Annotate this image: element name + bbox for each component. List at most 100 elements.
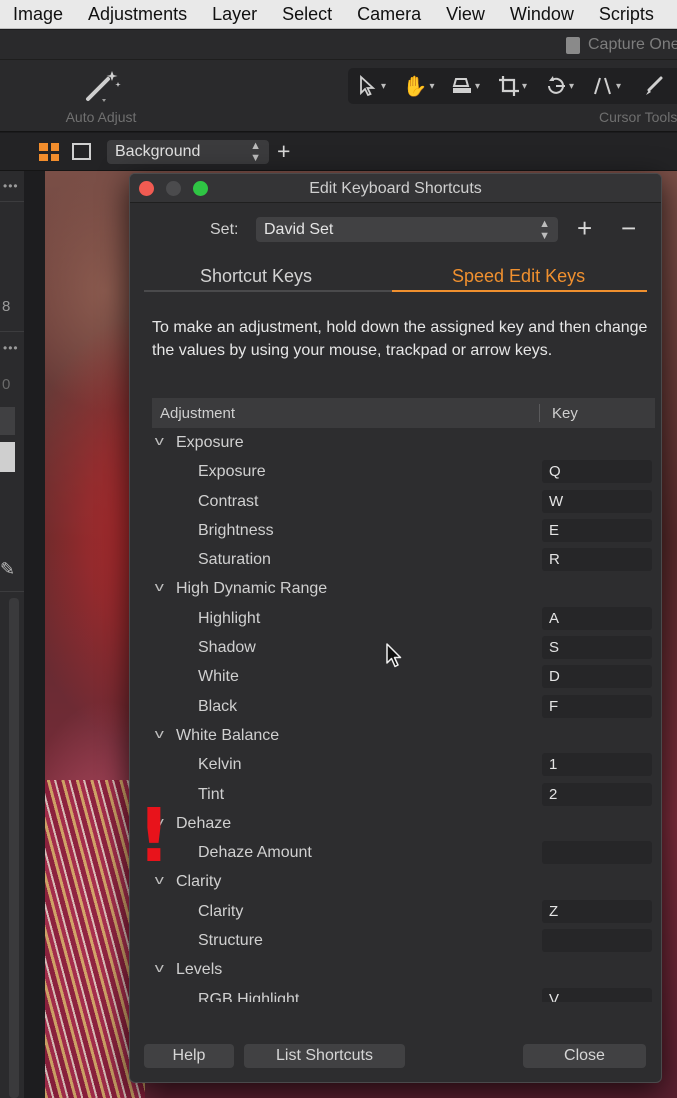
cursor-tools-group: ▾ ✋ ▾ ▾ ▾ ▾ ▾ [348, 68, 677, 104]
remove-set-button[interactable]: − [621, 214, 636, 242]
pan-tool-button[interactable]: ✋ ▾ [395, 68, 442, 104]
table-group-row[interactable]: v Clarity [152, 867, 655, 896]
keystone-tool-button[interactable]: ▾ [583, 68, 630, 104]
key-field[interactable] [542, 841, 652, 865]
menu-view[interactable]: View [434, 4, 498, 25]
panel-divider [0, 201, 24, 202]
auto-adjust-label: Auto Adjust [65, 109, 137, 125]
keystone-icon [594, 77, 611, 95]
table-group-row[interactable]: v High Dynamic Range [152, 574, 655, 603]
single-view-icon[interactable] [72, 143, 91, 160]
table-group-row[interactable]: v White Balance [152, 721, 655, 750]
panel-scrollbar[interactable] [9, 598, 19, 1098]
select-tool-button[interactable]: ▾ [348, 68, 395, 104]
adjustment-label: Structure [198, 932, 263, 950]
menu-adjustments[interactable]: Adjustments [76, 4, 200, 25]
loupe-tool-button[interactable]: ▾ [442, 68, 489, 104]
table-row[interactable]: Shadow S [152, 633, 655, 662]
brush-tool-button[interactable] [630, 68, 677, 104]
adjustment-label: Tint [198, 785, 225, 803]
dialog-title: Edit Keyboard Shortcuts [309, 180, 482, 197]
menu-select[interactable]: Select [270, 4, 345, 25]
key-field[interactable]: A [542, 606, 652, 630]
panel-swatch[interactable] [0, 442, 15, 472]
table-row[interactable]: RGB Highlight V [152, 985, 655, 1002]
menu-scripts[interactable]: Scripts [586, 4, 666, 25]
window-title-text: Capture One [588, 36, 677, 53]
key-field[interactable]: V [542, 987, 652, 1002]
key-field[interactable]: 1 [542, 753, 652, 777]
key-field[interactable]: 2 [542, 782, 652, 806]
up-down-chevron-icon: ▲ ▼ [250, 140, 261, 164]
column-header-adjustment[interactable]: Adjustment [160, 405, 235, 422]
key-field[interactable]: S [542, 636, 652, 660]
close-button[interactable]: Close [523, 1044, 646, 1068]
adjustment-label: Kelvin [198, 756, 242, 774]
table-group-row[interactable]: v Exposure [152, 428, 655, 457]
crop-tool-button[interactable]: ▾ [489, 68, 536, 104]
pencil-icon[interactable]: ✎ [0, 559, 15, 580]
panel-menu-icon[interactable]: ••• [3, 179, 19, 193]
rotate-icon [547, 76, 565, 94]
shortcut-set-select[interactable]: David Set ▲ ▼ [256, 217, 558, 242]
auto-adjust-button[interactable]: Auto Adjust [56, 65, 146, 127]
add-variant-icon[interactable]: + [277, 139, 290, 163]
table-row[interactable]: Brightness E [152, 516, 655, 545]
menu-camera[interactable]: Camera [345, 4, 434, 25]
adjustment-label: Black [198, 697, 238, 715]
panel-field[interactable] [0, 407, 15, 435]
menu-window[interactable]: Window [497, 4, 586, 25]
key-field[interactable] [542, 929, 652, 953]
table-row[interactable]: Tint 2 [152, 780, 655, 809]
key-field[interactable]: Z [542, 899, 652, 923]
cursor-tools-label: Cursor Tools [599, 109, 677, 125]
table-row[interactable]: Black F [152, 692, 655, 721]
adjustment-label: Contrast [198, 492, 259, 510]
panel-menu-icon[interactable]: ••• [3, 341, 19, 355]
table-row[interactable]: Structure [152, 926, 655, 955]
menu-layer[interactable]: Layer [200, 4, 270, 25]
chevron-down-icon[interactable]: v [155, 433, 164, 448]
key-field[interactable]: R [542, 548, 652, 572]
key-field[interactable]: E [542, 518, 652, 542]
table-row[interactable]: Contrast W [152, 487, 655, 516]
up-down-chevron-icon: ▲ ▼ [539, 217, 550, 242]
exclamation-annotation: ! [137, 793, 171, 879]
tab-speed-edit-keys[interactable]: Speed Edit Keys [452, 266, 585, 287]
rotate-tool-button[interactable]: ▾ [536, 68, 583, 104]
table-row[interactable]: Saturation R [152, 545, 655, 574]
table-row[interactable]: White D [152, 662, 655, 691]
table-row[interactable]: Kelvin 1 [152, 750, 655, 779]
key-field[interactable]: W [542, 489, 652, 513]
chevron-down-icon[interactable]: v [155, 726, 164, 741]
panel-divider [0, 591, 24, 592]
panel-divider [0, 331, 24, 332]
adjustment-label: Clarity [198, 902, 244, 920]
group-label: High Dynamic Range [176, 580, 328, 598]
group-label: Clarity [176, 873, 222, 891]
variant-select[interactable]: Background ▲ ▼ [107, 140, 269, 164]
menu-image[interactable]: Image [0, 4, 76, 25]
key-field[interactable]: Q [542, 460, 652, 484]
tab-shortcut-keys[interactable]: Shortcut Keys [200, 266, 312, 287]
table-group-row[interactable]: v Dehaze [152, 809, 655, 838]
adjustment-label: Brightness [198, 521, 274, 539]
chevron-down-icon[interactable]: v [155, 960, 164, 975]
table-rows: v Exposure Exposure Q Contrast W Brightness E Sa… [152, 428, 655, 1002]
add-set-button[interactable]: + [577, 214, 592, 242]
adjustment-label: Shadow [198, 639, 256, 657]
key-field[interactable]: D [542, 665, 652, 689]
table-row[interactable]: Dehaze Amount [152, 838, 655, 867]
chevron-down-icon[interactable]: v [155, 579, 164, 594]
key-field[interactable]: F [542, 694, 652, 718]
column-header-key[interactable]: Key [552, 405, 578, 422]
multi-view-icon[interactable] [39, 143, 59, 161]
list-shortcuts-button[interactable]: List Shortcuts [244, 1044, 405, 1068]
table-group-row[interactable]: v Levels [152, 955, 655, 984]
table-row[interactable]: Highlight A [152, 604, 655, 633]
table-header: Adjustment Key [152, 398, 655, 428]
table-row[interactable]: Clarity Z [152, 897, 655, 926]
magic-wand-icon [86, 71, 121, 102]
table-row[interactable]: Exposure Q [152, 457, 655, 486]
help-button[interactable]: Help [144, 1044, 234, 1068]
